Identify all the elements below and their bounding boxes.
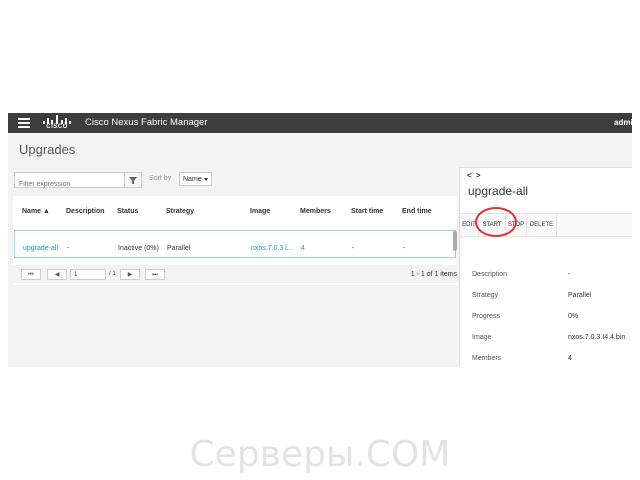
cell-strategy: Parallel	[167, 245, 191, 252]
column-header-status[interactable]: Status	[117, 208, 138, 215]
description-label: Description	[472, 271, 508, 278]
pagination-info: 1 - 1 of 1 items	[410, 271, 457, 278]
strategy-value: Parallel	[568, 292, 592, 299]
page-number-input[interactable]: 1	[70, 269, 106, 280]
chevron-down-icon	[203, 177, 208, 181]
column-header-name[interactable]: Name ▲	[22, 208, 50, 215]
description-value: -	[568, 271, 571, 278]
column-header-end-time[interactable]: End time	[402, 208, 432, 215]
next-page-button[interactable]: ▶	[120, 269, 140, 280]
app-title: Cisco Nexus Fabric Manager	[85, 117, 208, 128]
cell-start-time: -	[352, 245, 355, 252]
column-header-description[interactable]: Description	[66, 208, 105, 215]
first-page-button[interactable]: ⏮	[21, 269, 41, 280]
sort-by-label: Sort by	[149, 175, 172, 182]
column-header-image[interactable]: Image	[250, 208, 270, 215]
image-value[interactable]: nxos.7.0.3.I4.4.bin	[568, 334, 625, 341]
filter-button[interactable]	[124, 173, 141, 187]
page-total: / 1	[109, 271, 116, 277]
members-label: Members	[472, 355, 502, 362]
table-scrollbar[interactable]	[453, 231, 457, 251]
filter-box	[14, 172, 142, 191]
last-page-button[interactable]: ⏭	[145, 269, 165, 280]
image-label: Image	[472, 334, 492, 341]
app-window: CISCO Cisco Nexus Fabric Manager admi Up…	[8, 113, 632, 367]
brand-text: CISCO	[46, 124, 68, 130]
cell-description: -	[67, 245, 70, 252]
progress-value: 0%	[568, 313, 579, 320]
cell-status: Inactive (0%)	[118, 245, 159, 252]
column-header-members[interactable]: Members	[300, 208, 331, 215]
pagination-bar: ⏮ ◀ 1 / 1 ▶ ⏭ 1 - 1 of 1 items	[13, 265, 459, 283]
panel-navigation-arrows[interactable]: < >	[467, 171, 482, 180]
sort-selected-value: Name	[183, 176, 202, 183]
detail-panel: < > upgrade-all EDIT START STOP DELETE D…	[459, 167, 632, 367]
strategy-label: Strategy	[472, 292, 499, 299]
top-navigation-bar: CISCO Cisco Nexus Fabric Manager admi	[8, 113, 632, 133]
column-header-strategy[interactable]: Strategy	[166, 208, 194, 215]
page-title: Upgrades	[19, 142, 76, 157]
delete-button[interactable]: DELETE	[527, 214, 557, 236]
progress-label: Progress	[472, 313, 501, 320]
menu-icon[interactable]	[18, 118, 30, 128]
detail-title: upgrade-all	[468, 184, 529, 198]
cell-end-time: -	[403, 245, 406, 252]
column-header-start-time[interactable]: Start time	[351, 208, 383, 215]
cisco-logo: CISCO	[42, 115, 72, 131]
cell-name[interactable]: upgrade-all	[23, 245, 58, 252]
filter-input[interactable]	[15, 178, 123, 191]
table-row[interactable]: upgrade-all - Inactive (0%) Parallel nxo…	[14, 230, 456, 258]
cell-members[interactable]: 4	[301, 245, 305, 252]
watermark: Серверы.COM	[189, 434, 451, 475]
highlight-circle	[475, 207, 517, 237]
previous-page-button[interactable]: ◀	[47, 269, 67, 280]
user-menu[interactable]: admi	[614, 118, 632, 127]
sort-select[interactable]: Name	[179, 172, 212, 186]
cell-image[interactable]: nxos.7.0.3.l...	[251, 245, 293, 252]
members-value: 4	[568, 355, 572, 362]
